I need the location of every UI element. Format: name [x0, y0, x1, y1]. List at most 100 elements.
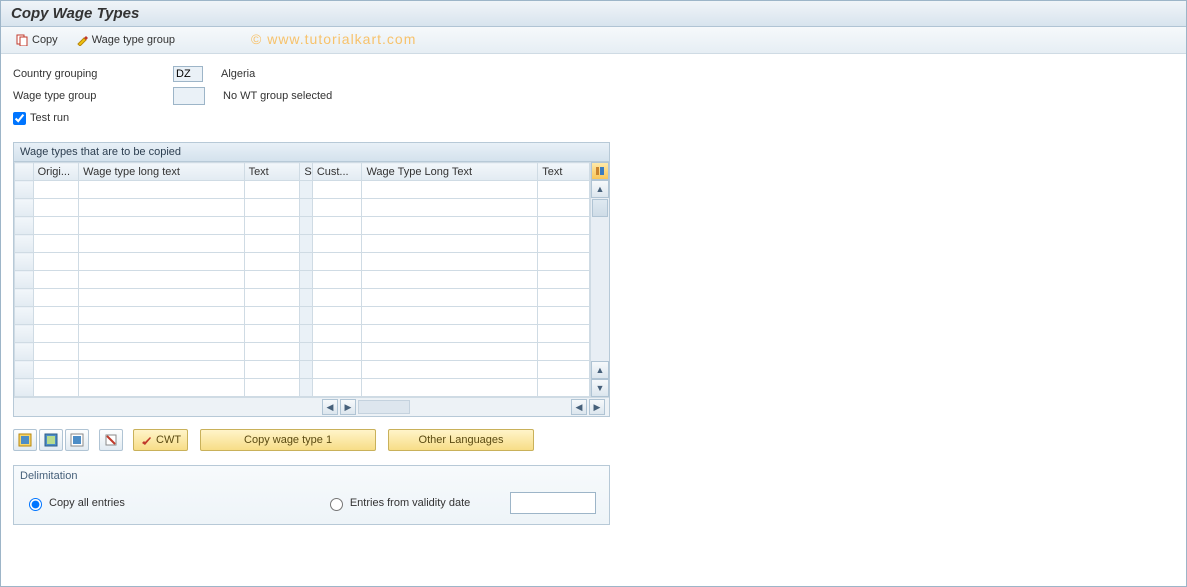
cell-cust[interactable]: [312, 307, 362, 325]
entries-from-date-option[interactable]: Entries from validity date: [325, 495, 470, 511]
cell-cust[interactable]: [312, 379, 362, 397]
row-selector[interactable]: [15, 235, 34, 253]
copy-all-entries-option[interactable]: Copy all entries: [24, 495, 125, 511]
cell-origi[interactable]: [33, 343, 79, 361]
wage-type-group-button[interactable]: Wage type group: [69, 31, 182, 49]
cell-s[interactable]: [300, 271, 312, 289]
row-selector[interactable]: [15, 199, 34, 217]
cell-s[interactable]: [300, 325, 312, 343]
delete-row-icon[interactable]: [99, 429, 123, 451]
cell-wt-long2[interactable]: [362, 325, 538, 343]
cell-origi[interactable]: [33, 253, 79, 271]
cell-text[interactable]: [244, 181, 300, 199]
cell-wt-long[interactable]: [79, 307, 244, 325]
cell-text[interactable]: [244, 271, 300, 289]
cell-wt-long[interactable]: [79, 181, 244, 199]
col-text[interactable]: Text: [244, 163, 300, 181]
select-block-icon[interactable]: [39, 429, 63, 451]
cell-s[interactable]: [300, 289, 312, 307]
row-selector[interactable]: [15, 181, 34, 199]
row-selector[interactable]: [15, 217, 34, 235]
cell-wt-long2[interactable]: [362, 235, 538, 253]
cell-s[interactable]: [300, 361, 312, 379]
hscroll-left-icon-2[interactable]: ◀: [571, 399, 587, 415]
scroll-thumb[interactable]: [592, 199, 608, 217]
cell-text2[interactable]: [538, 271, 590, 289]
cell-cust[interactable]: [312, 181, 362, 199]
cell-wt-long[interactable]: [79, 361, 244, 379]
select-all-icon[interactable]: [13, 429, 37, 451]
col-wt-long[interactable]: Wage type long text: [79, 163, 244, 181]
cell-s[interactable]: [300, 217, 312, 235]
wage-type-group-input[interactable]: [173, 87, 205, 105]
cell-cust[interactable]: [312, 253, 362, 271]
cell-cust[interactable]: [312, 217, 362, 235]
copy-wage-type-1-button[interactable]: Copy wage type 1: [200, 429, 376, 451]
cell-wt-long[interactable]: [79, 379, 244, 397]
cell-cust[interactable]: [312, 343, 362, 361]
test-run-checkbox[interactable]: [13, 112, 26, 125]
cell-text2[interactable]: [538, 181, 590, 199]
hscroll-track-1[interactable]: [358, 400, 410, 414]
row-selector[interactable]: [15, 289, 34, 307]
cell-text2[interactable]: [538, 361, 590, 379]
other-languages-button[interactable]: Other Languages: [388, 429, 534, 451]
cell-origi[interactable]: [33, 289, 79, 307]
cell-text2[interactable]: [538, 253, 590, 271]
cell-origi[interactable]: [33, 235, 79, 253]
cell-text[interactable]: [244, 361, 300, 379]
hscroll-right-icon-2[interactable]: ▶: [589, 399, 605, 415]
hscroll-right-icon[interactable]: ▶: [340, 399, 356, 415]
cell-text[interactable]: [244, 379, 300, 397]
vertical-scrollbar[interactable]: ▲ ▲ ▼: [590, 162, 609, 397]
cell-s[interactable]: [300, 343, 312, 361]
cell-origi[interactable]: [33, 325, 79, 343]
cell-wt-long2[interactable]: [362, 361, 538, 379]
cell-s[interactable]: [300, 199, 312, 217]
cell-text[interactable]: [244, 217, 300, 235]
cell-s[interactable]: [300, 253, 312, 271]
cell-s[interactable]: [300, 235, 312, 253]
entries-from-date-radio[interactable]: [330, 498, 343, 511]
deselect-all-icon[interactable]: [65, 429, 89, 451]
cell-text2[interactable]: [538, 289, 590, 307]
cell-cust[interactable]: [312, 325, 362, 343]
cell-cust[interactable]: [312, 289, 362, 307]
cell-text2[interactable]: [538, 379, 590, 397]
cell-wt-long[interactable]: [79, 343, 244, 361]
scroll-up-icon[interactable]: ▲: [591, 180, 609, 198]
cell-wt-long[interactable]: [79, 271, 244, 289]
cell-wt-long[interactable]: [79, 235, 244, 253]
cell-text[interactable]: [244, 325, 300, 343]
hscroll-left-icon[interactable]: ◀: [322, 399, 338, 415]
scroll-down-icon[interactable]: ▼: [591, 379, 609, 397]
col-cust[interactable]: Cust...: [312, 163, 362, 181]
row-selector[interactable]: [15, 307, 34, 325]
row-selector[interactable]: [15, 361, 34, 379]
country-grouping-input[interactable]: [173, 66, 203, 82]
cell-text[interactable]: [244, 253, 300, 271]
cell-origi[interactable]: [33, 361, 79, 379]
cell-wt-long2[interactable]: [362, 253, 538, 271]
col-s[interactable]: S: [300, 163, 312, 181]
cell-wt-long[interactable]: [79, 253, 244, 271]
cell-wt-long[interactable]: [79, 325, 244, 343]
cell-text2[interactable]: [538, 199, 590, 217]
cell-wt-long2[interactable]: [362, 181, 538, 199]
cell-text[interactable]: [244, 235, 300, 253]
cell-wt-long[interactable]: [79, 217, 244, 235]
table-settings-icon[interactable]: [591, 162, 609, 180]
row-selector[interactable]: [15, 271, 34, 289]
cell-origi[interactable]: [33, 307, 79, 325]
cell-wt-long2[interactable]: [362, 199, 538, 217]
scroll-down-small-icon[interactable]: ▲: [591, 361, 609, 379]
cell-wt-long2[interactable]: [362, 271, 538, 289]
validity-date-input[interactable]: [510, 492, 596, 514]
cell-cust[interactable]: [312, 271, 362, 289]
cell-text2[interactable]: [538, 325, 590, 343]
col-origi[interactable]: Origi...: [33, 163, 79, 181]
cell-wt-long2[interactable]: [362, 343, 538, 361]
cell-origi[interactable]: [33, 199, 79, 217]
cell-origi[interactable]: [33, 271, 79, 289]
cell-wt-long2[interactable]: [362, 289, 538, 307]
